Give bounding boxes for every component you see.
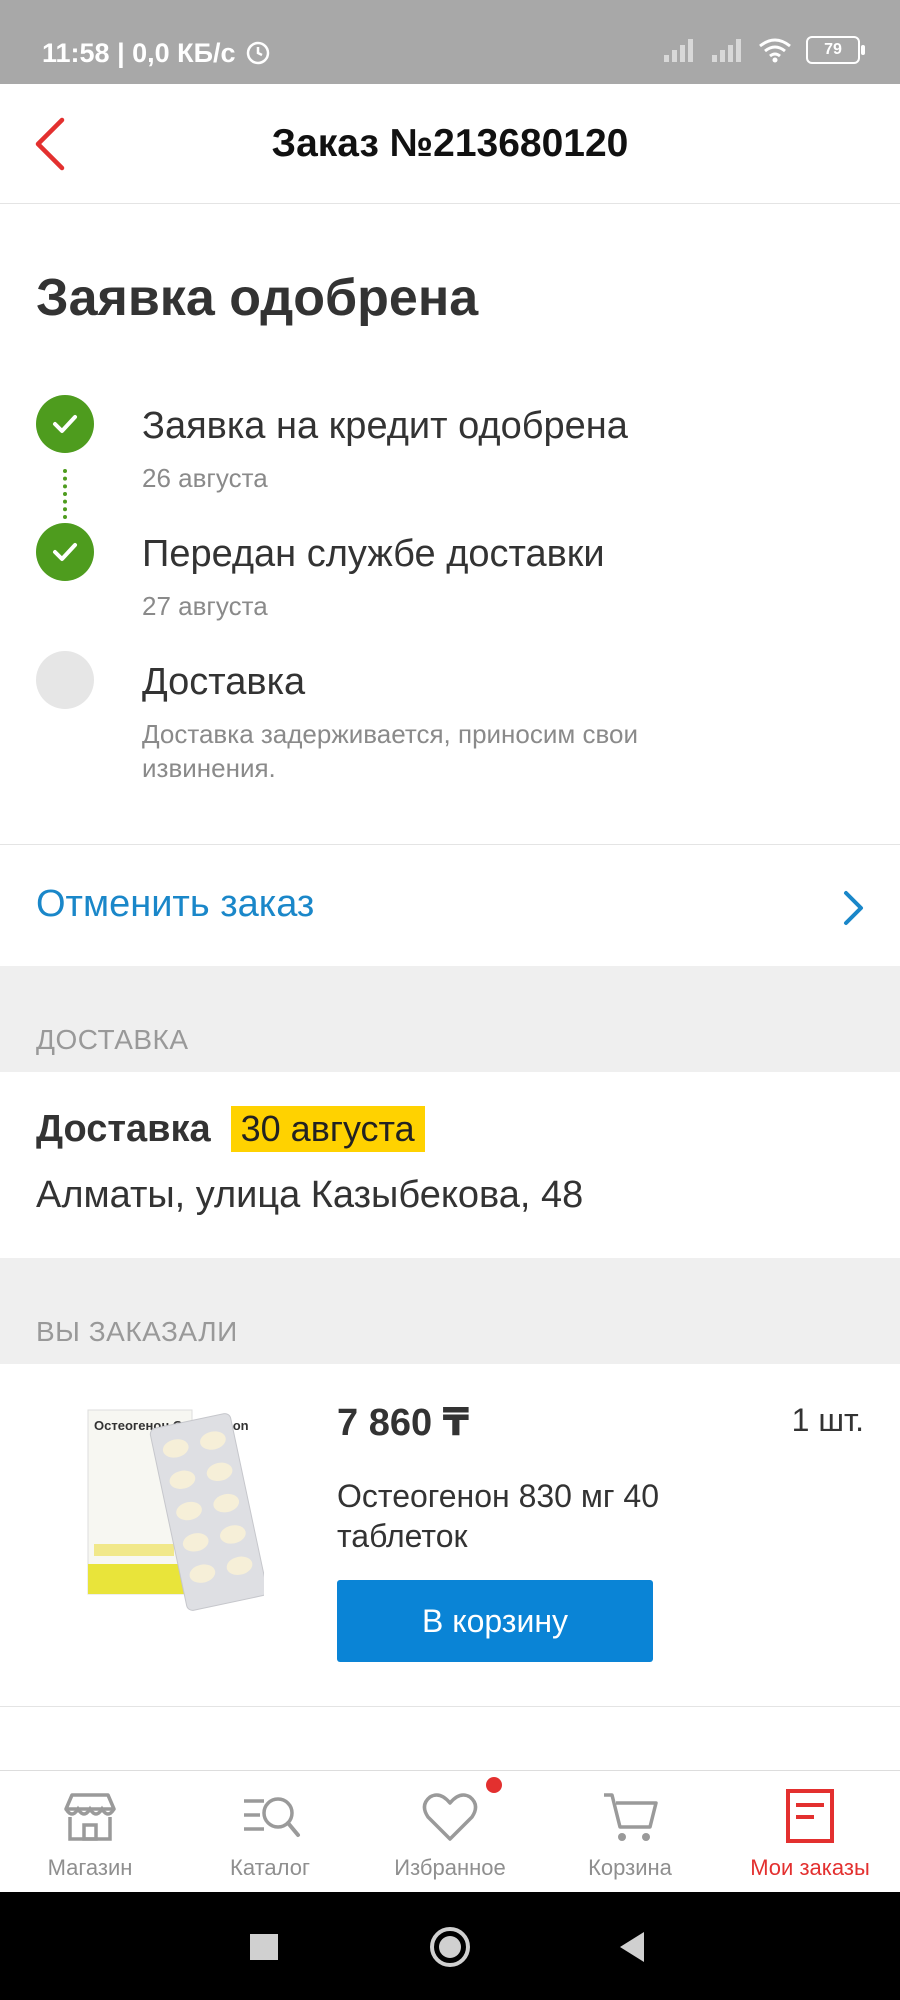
product-price: 7 860 ₸ <box>337 1402 470 1444</box>
nav-item-catalog[interactable]: Каталог <box>180 1771 360 1893</box>
pending-circle-icon <box>36 651 94 709</box>
status-bar: 11:58 | 0,0 КБ/с 79 <box>0 0 900 84</box>
alarm-icon <box>246 41 270 65</box>
step-label: Заявка на кредит одобрена <box>142 405 628 447</box>
product-card: Остеогенон Osteogenon 7 860 ₸ 1 шт. Осте… <box>0 1364 900 1704</box>
signal-icon <box>664 39 693 62</box>
nav-label: Корзина <box>588 1855 672 1880</box>
section-title: ВЫ ЗАКАЗАЛИ <box>36 1316 238 1347</box>
timeline-step: Передан службе доставки 27 августа <box>36 523 876 651</box>
nav-label: Каталог <box>230 1855 310 1880</box>
cancel-order-button[interactable]: Отменить заказ <box>0 845 900 965</box>
nav-label: Мои заказы <box>750 1855 870 1880</box>
timeline-step: Доставка Доставка задерживается, приноси… <box>36 651 876 783</box>
status-icons: 79 <box>662 36 865 64</box>
timeline-step: Заявка на кредит одобрена 26 августа <box>36 395 876 523</box>
store-icon <box>64 1793 116 1841</box>
signal-icon <box>712 39 741 62</box>
recent-apps-icon[interactable] <box>248 1922 280 1972</box>
step-label: Передан службе доставки <box>142 533 605 575</box>
delivery-address: Алматы, улица Казыбекова, 48 <box>36 1174 584 1216</box>
step-note: Доставка задерживается, приносим свои из… <box>142 719 638 783</box>
wifi-icon <box>759 38 791 63</box>
list-item <box>0 1706 900 1771</box>
back-nav-icon[interactable] <box>614 1922 650 1972</box>
heart-icon <box>422 1793 478 1841</box>
battery-icon: 79 <box>806 36 865 64</box>
delivery-info: Доставка 30 августа Алматы, улица Казыбе… <box>0 1072 900 1258</box>
page-title: Заказ №213680120 <box>271 122 629 165</box>
nav-item-cart[interactable]: Корзина <box>540 1771 720 1893</box>
delivery-date-badge: 30 августа <box>230 1106 425 1152</box>
step-date: 26 августа <box>142 463 268 493</box>
system-nav-bar <box>0 1892 900 2000</box>
product-image[interactable]: Остеогенон Osteogenon <box>84 1404 264 1614</box>
nav-label: Избранное <box>394 1855 506 1880</box>
check-icon <box>36 395 94 453</box>
add-to-cart-button[interactable]: В корзину <box>337 1580 653 1662</box>
product-name[interactable]: Остеогенон 830 мг 40 таблеток <box>337 1476 757 1556</box>
orders-icon <box>786 1789 834 1843</box>
section-title: ДОСТАВКА <box>36 1024 189 1055</box>
nav-item-shop[interactable]: Магазин <box>0 1771 180 1893</box>
chevron-right-icon <box>844 891 863 925</box>
product-quantity: 1 шт. <box>791 1402 864 1438</box>
status-timeline: Заявка на кредит одобрена 26 августа Пер… <box>36 395 876 783</box>
step-date: 27 августа <box>142 591 268 621</box>
delivery-section-header: ДОСТАВКА <box>0 966 900 1072</box>
nav-label: Магазин <box>47 1855 133 1880</box>
ordered-section-header: ВЫ ЗАКАЗАЛИ <box>0 1258 900 1364</box>
timeline-connector <box>63 469 67 519</box>
status-time: 11:58 | 0,0 КБ/с <box>42 38 236 68</box>
cart-icon <box>604 1793 658 1841</box>
order-status-title: Заявка одобрена <box>36 269 479 327</box>
delivery-line: Доставка 30 августа <box>36 1106 425 1152</box>
cancel-order-label: Отменить заказ <box>36 883 315 925</box>
delivery-label: Доставка <box>36 1107 211 1150</box>
header: Заказ №213680120 <box>0 84 900 204</box>
check-icon <box>36 523 94 581</box>
home-icon[interactable] <box>428 1922 472 1972</box>
nav-item-my-orders[interactable]: Мои заказы <box>720 1771 900 1893</box>
notification-badge <box>486 1777 502 1793</box>
step-label: Доставка <box>142 661 306 703</box>
nav-item-favorites[interactable]: Избранное <box>360 1771 540 1893</box>
catalog-search-icon <box>244 1797 300 1837</box>
bottom-nav: Магазин Каталог Избранное Корзина Мои за… <box>0 1770 900 1893</box>
